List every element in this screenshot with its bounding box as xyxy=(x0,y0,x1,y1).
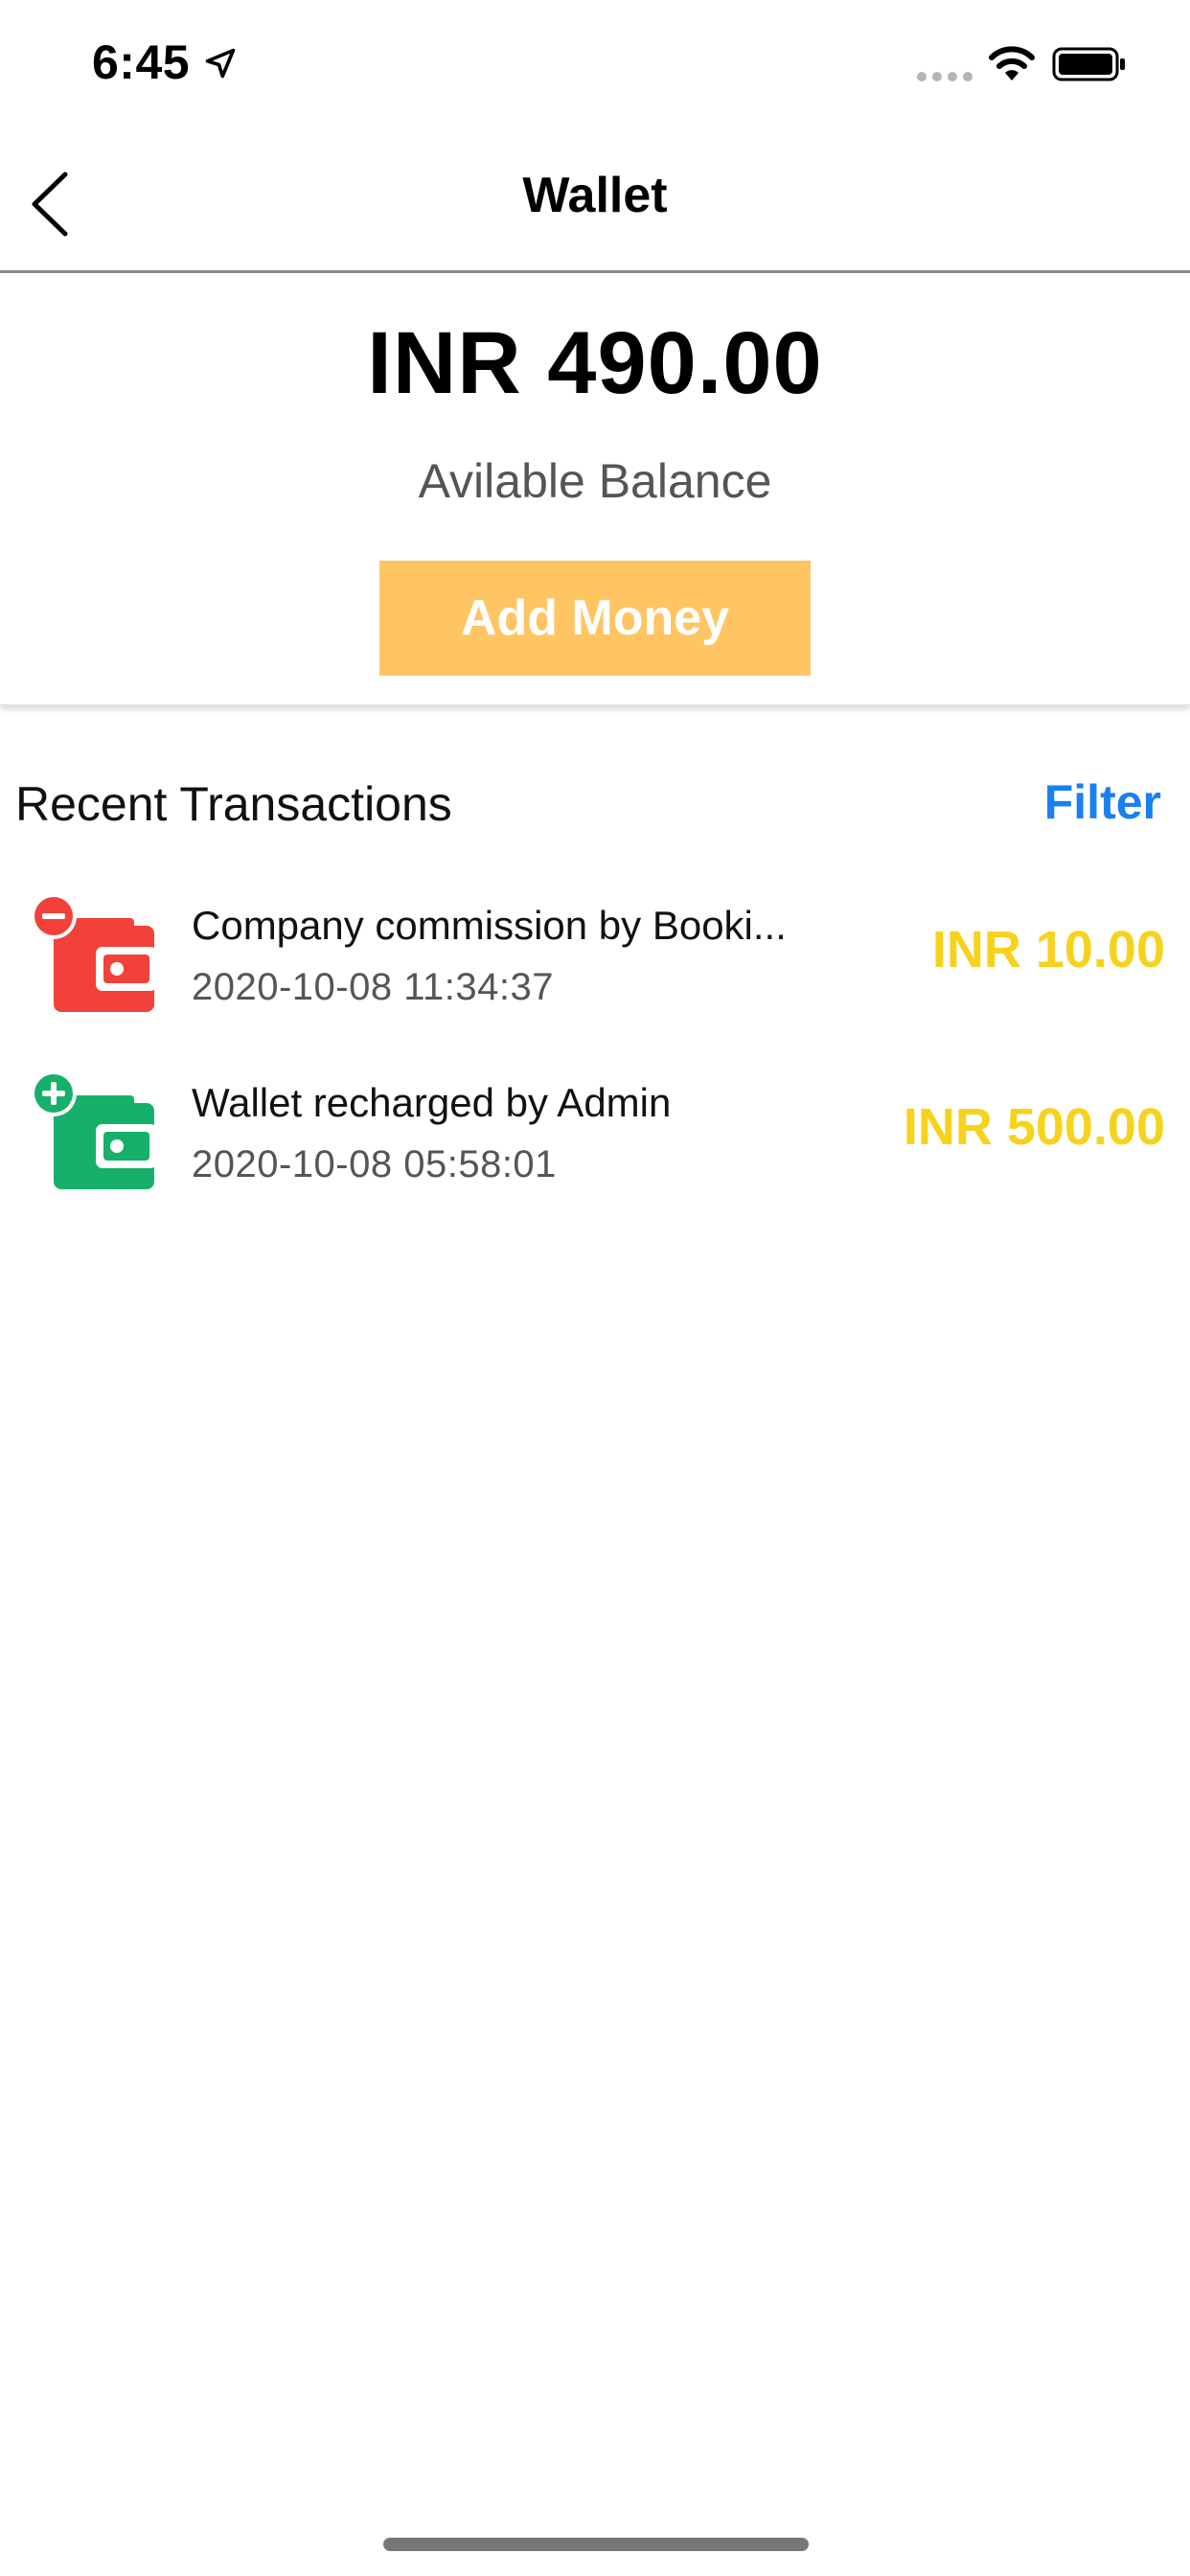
transaction-description: Company commission by Booki... xyxy=(192,903,787,948)
wifi-icon xyxy=(989,46,1035,80)
transaction-date: 2020-10-08 05:58:01 xyxy=(192,1143,557,1185)
cellular-signal-icon xyxy=(917,72,973,81)
status-time: 6:45 xyxy=(92,35,191,89)
transaction-list: Company commission by Booki... 2020-10-0… xyxy=(0,882,1190,1236)
balance-card: INR 490.00 Avilable Balance Add Money xyxy=(0,273,1190,705)
battery-icon xyxy=(1052,47,1125,81)
location-arrow-icon xyxy=(205,48,236,79)
recent-transactions-heading: Recent Transactions xyxy=(15,777,452,831)
status-bar: 6:45 xyxy=(0,0,1190,126)
transaction-date: 2020-10-08 11:34:37 xyxy=(192,966,554,1008)
page-title: Wallet xyxy=(522,168,668,223)
navigation-bar: Wallet xyxy=(0,126,1190,273)
transaction-row[interactable]: Company commission by Booki... 2020-10-0… xyxy=(0,882,1190,1059)
add-money-button[interactable]: Add Money xyxy=(379,561,811,676)
transaction-amount: INR 500.00 xyxy=(903,1098,1165,1156)
wallet-minus-icon xyxy=(31,893,157,1012)
transaction-row[interactable]: Wallet recharged by Admin 2020-10-08 05:… xyxy=(0,1059,1190,1236)
home-indicator[interactable] xyxy=(383,2538,809,2551)
transaction-description: Wallet recharged by Admin xyxy=(192,1080,672,1125)
wallet-plus-icon xyxy=(31,1070,157,1189)
balance-label: Avilable Balance xyxy=(418,454,772,508)
balance-amount: INR 490.00 xyxy=(367,314,823,412)
filter-button[interactable]: Filter xyxy=(1044,774,1161,830)
transaction-amount: INR 10.00 xyxy=(931,921,1165,978)
